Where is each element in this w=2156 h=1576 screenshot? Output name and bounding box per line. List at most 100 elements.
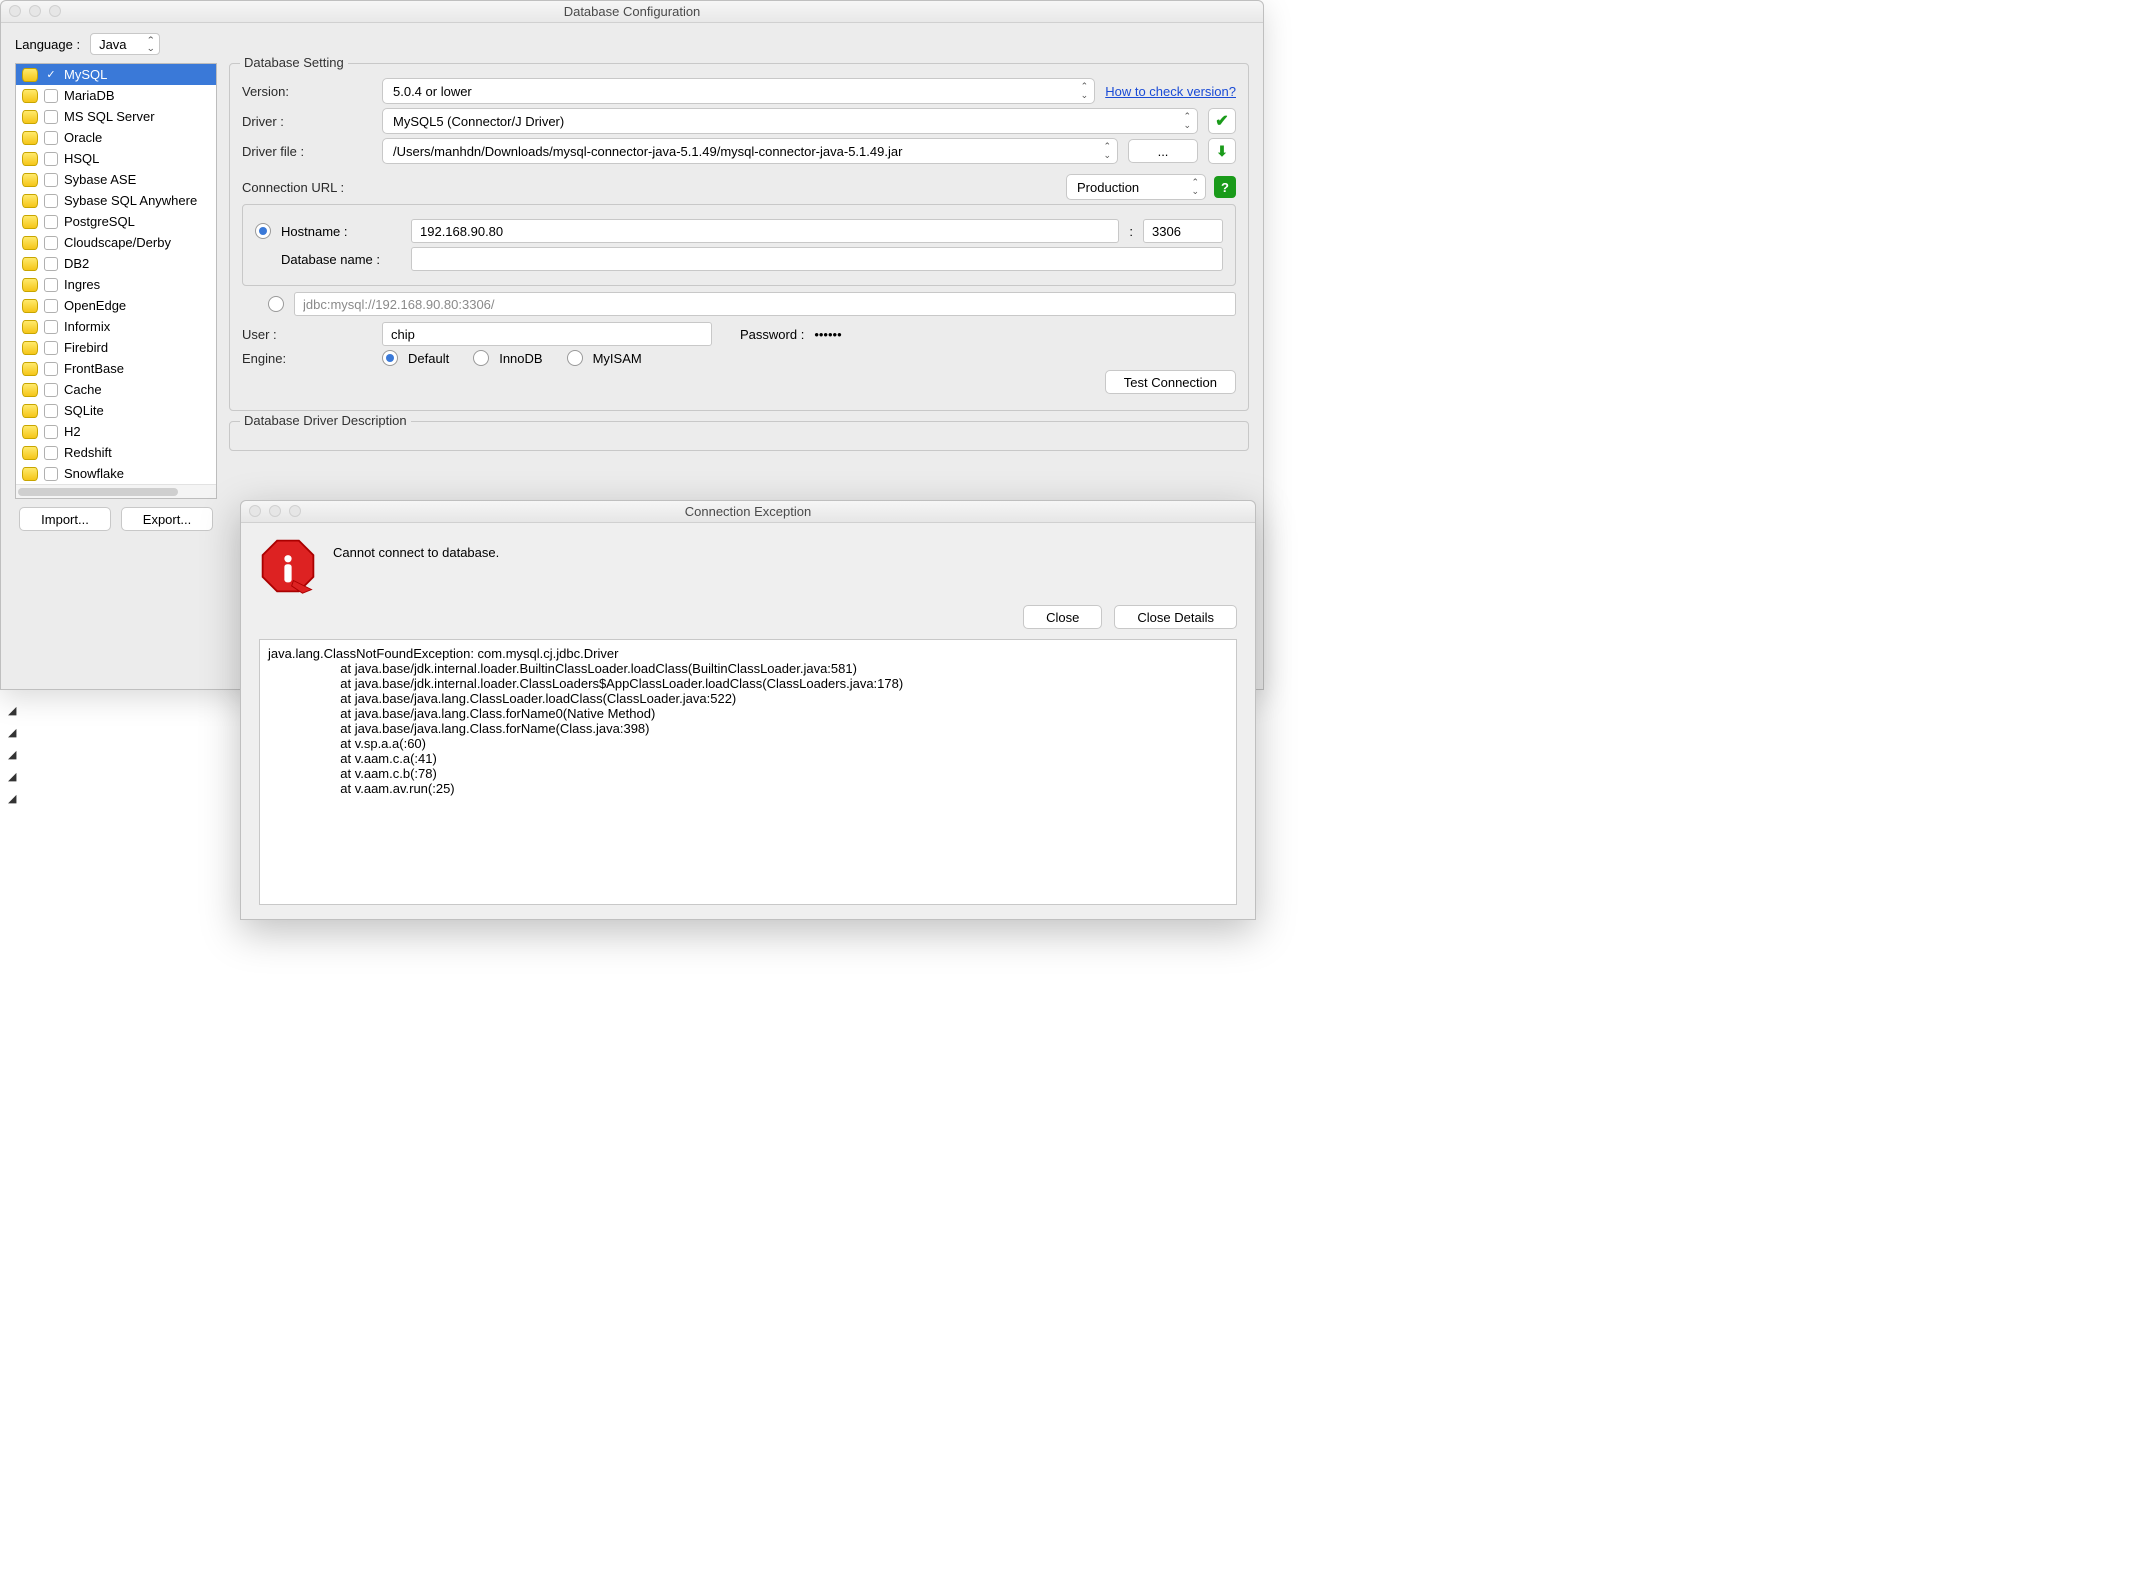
hostname-radio[interactable] — [255, 223, 271, 239]
profile-select[interactable]: Production — [1066, 174, 1206, 200]
driver-description-legend: Database Driver Description — [240, 413, 411, 428]
db-item-ingres[interactable]: Ingres — [16, 274, 216, 295]
db-item-h2[interactable]: H2 — [16, 421, 216, 442]
language-row: Language : Java — [15, 33, 1249, 55]
db-checkbox[interactable] — [44, 341, 58, 355]
close-button[interactable]: Close — [1023, 605, 1102, 629]
driver-file-value: /Users/manhdn/Downloads/mysql-connector-… — [393, 144, 902, 159]
db-checkbox[interactable] — [44, 404, 58, 418]
close-window-icon[interactable] — [249, 505, 261, 517]
db-checkbox[interactable] — [44, 467, 58, 481]
user-label: User : — [242, 327, 372, 342]
db-item-openedge[interactable]: OpenEdge — [16, 295, 216, 316]
db-checkbox[interactable] — [44, 257, 58, 271]
db-checkbox[interactable] — [44, 383, 58, 397]
db-checkbox[interactable] — [44, 173, 58, 187]
db-item-oracle[interactable]: Oracle — [16, 127, 216, 148]
driver-file-select[interactable]: /Users/manhdn/Downloads/mysql-connector-… — [382, 138, 1118, 164]
db-item-sybase-ase[interactable]: Sybase ASE — [16, 169, 216, 190]
db-checkbox[interactable] — [44, 425, 58, 439]
db-checkbox[interactable] — [44, 278, 58, 292]
error-stop-icon — [259, 537, 317, 595]
minimize-window-icon[interactable] — [29, 5, 41, 17]
dbname-label: Database name : — [281, 252, 401, 267]
browse-driver-button[interactable]: ... — [1128, 139, 1198, 163]
driver-ok-button[interactable]: ✔ — [1208, 108, 1236, 134]
db-item-sqlite[interactable]: SQLite — [16, 400, 216, 421]
language-select[interactable]: Java — [90, 33, 160, 55]
zoom-window-icon[interactable] — [289, 505, 301, 517]
traffic-lights — [249, 505, 301, 517]
engine-default-radio[interactable] — [382, 350, 398, 366]
driver-select[interactable]: MySQL5 (Connector/J Driver) — [382, 108, 1198, 134]
database-icon — [22, 236, 38, 250]
db-checkbox[interactable] — [44, 152, 58, 166]
db-item-firebird[interactable]: Firebird — [16, 337, 216, 358]
dialog-body: Cannot connect to database. Close Close … — [241, 523, 1255, 919]
window-title: Database Configuration — [564, 4, 701, 19]
download-driver-button[interactable]: ⬇ — [1208, 138, 1236, 164]
db-item-hsql[interactable]: HSQL — [16, 148, 216, 169]
db-item-cloudscape-derby[interactable]: Cloudscape/Derby — [16, 232, 216, 253]
db-item-label: HSQL — [64, 151, 99, 166]
db-checkbox[interactable] — [44, 215, 58, 229]
minimize-window-icon[interactable] — [269, 505, 281, 517]
db-checkbox[interactable] — [44, 299, 58, 313]
db-checkbox[interactable] — [44, 320, 58, 334]
zoom-window-icon[interactable] — [49, 5, 61, 17]
db-item-label: Ingres — [64, 277, 100, 292]
close-window-icon[interactable] — [9, 5, 21, 17]
db-checkbox[interactable] — [44, 68, 58, 82]
db-item-postgresql[interactable]: PostgreSQL — [16, 211, 216, 232]
hostname-box: Hostname : : Database name : — [242, 204, 1236, 286]
db-checkbox[interactable] — [44, 110, 58, 124]
dialog-header: Cannot connect to database. — [259, 537, 1237, 595]
help-icon[interactable]: ? — [1214, 176, 1236, 198]
db-item-snowflake[interactable]: Snowflake — [16, 463, 216, 484]
db-item-label: Sybase SQL Anywhere — [64, 193, 197, 208]
check-version-link[interactable]: How to check version? — [1105, 84, 1236, 99]
test-connection-button[interactable]: Test Connection — [1105, 370, 1236, 394]
db-checkbox[interactable] — [44, 194, 58, 208]
jdbc-url-radio[interactable] — [268, 296, 284, 312]
import-button[interactable]: Import... — [19, 507, 111, 531]
scrollbar-thumb[interactable] — [18, 488, 178, 496]
database-list[interactable]: MySQLMariaDBMS SQL ServerOracle HSQL Sybas… — [16, 64, 216, 484]
version-select[interactable]: 5.0.4 or lower — [382, 78, 1095, 104]
engine-innodb-radio[interactable] — [473, 350, 489, 366]
database-icon — [22, 173, 38, 187]
dialog-titlebar[interactable]: Connection Exception — [241, 501, 1255, 523]
engine-myisam-radio[interactable] — [567, 350, 583, 366]
user-input[interactable] — [382, 322, 712, 346]
dbname-input[interactable] — [411, 247, 1223, 271]
export-button[interactable]: Export... — [121, 507, 213, 531]
database-icon — [22, 383, 38, 397]
sidebar-scrollbar[interactable] — [16, 484, 216, 498]
db-item-ms-sql-server[interactable]: MS SQL Server — [16, 106, 216, 127]
database-icon — [22, 278, 38, 292]
hostname-input[interactable] — [411, 219, 1119, 243]
db-checkbox[interactable] — [44, 362, 58, 376]
db-checkbox[interactable] — [44, 89, 58, 103]
close-details-button[interactable]: Close Details — [1114, 605, 1237, 629]
engine-default-label: Default — [408, 351, 449, 366]
db-item-informix[interactable]: Informix — [16, 316, 216, 337]
db-item-frontbase[interactable]: FrontBase — [16, 358, 216, 379]
db-item-cache[interactable]: Cache — [16, 379, 216, 400]
db-item-sybase-sql-anywhere[interactable]: Sybase SQL Anywhere — [16, 190, 216, 211]
stack-trace[interactable]: java.lang.ClassNotFoundException: com.my… — [259, 639, 1237, 905]
db-checkbox[interactable] — [44, 446, 58, 460]
port-separator: : — [1129, 224, 1133, 239]
db-item-redshift[interactable]: Redshift — [16, 442, 216, 463]
db-checkbox[interactable] — [44, 131, 58, 145]
db-checkbox[interactable] — [44, 236, 58, 250]
db-item-mariadb[interactable]: MariaDB — [16, 85, 216, 106]
window-titlebar[interactable]: Database Configuration — [1, 1, 1263, 23]
jdbc-url-input[interactable] — [294, 292, 1236, 316]
db-item-db2[interactable]: DB2 — [16, 253, 216, 274]
dialog-message: Cannot connect to database. — [333, 537, 499, 560]
download-icon: ⬇ — [1216, 143, 1228, 160]
engine-innodb-label: InnoDB — [499, 351, 542, 366]
db-item-mysql[interactable]: MySQL — [16, 64, 216, 85]
port-input[interactable] — [1143, 219, 1223, 243]
